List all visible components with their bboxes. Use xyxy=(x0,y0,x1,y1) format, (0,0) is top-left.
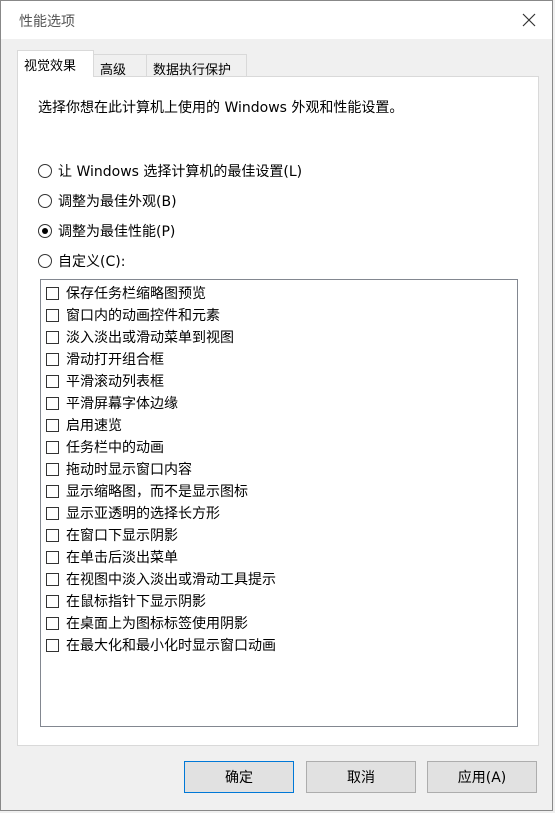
radio-custom[interactable]: 自定义(C): xyxy=(38,251,125,271)
checkbox[interactable] xyxy=(46,308,59,322)
list-item[interactable]: 启用速览 xyxy=(46,415,122,435)
list-item[interactable]: 任务栏中的动画 xyxy=(46,437,164,457)
checkbox[interactable] xyxy=(46,594,59,608)
checkbox[interactable] xyxy=(46,638,59,652)
checkbox[interactable] xyxy=(46,418,59,432)
checkbox-label: 保存任务栏缩略图预览 xyxy=(66,286,206,302)
checkbox-label: 在最大化和最小化时显示窗口动画 xyxy=(66,638,276,654)
checkbox[interactable] xyxy=(46,330,59,344)
tab-visual-effects[interactable]: 视觉效果 xyxy=(17,50,94,77)
checkbox[interactable] xyxy=(46,286,59,300)
checkbox-label: 在单击后淡出菜单 xyxy=(66,550,178,566)
checkbox[interactable] xyxy=(46,506,59,520)
list-item[interactable]: 平滑屏幕字体边缘 xyxy=(46,393,178,413)
cancel-button[interactable]: 取消 xyxy=(306,761,416,793)
checkbox[interactable] xyxy=(46,374,59,388)
performance-options-dialog: 性能选项 视觉效果 高级 数据执行保护 选择你想在此计算机上使用的 Window… xyxy=(0,0,553,811)
checkbox[interactable] xyxy=(46,440,59,454)
radio-label: 调整为最佳外观(B) xyxy=(58,194,177,210)
checkbox-label: 在窗口下显示阴影 xyxy=(66,528,178,544)
window-title: 性能选项 xyxy=(19,14,75,30)
title-bar[interactable]: 性能选项 xyxy=(1,1,552,39)
checkbox-label: 启用速览 xyxy=(66,418,122,434)
effects-list[interactable]: 保存任务栏缩略图预览 窗口内的动画控件和元素 淡入淡出或滑动菜单到视图 滑动打开… xyxy=(40,279,518,727)
checkbox-label: 任务栏中的动画 xyxy=(66,440,164,456)
checkbox-label: 在视图中淡入淡出或滑动工具提示 xyxy=(66,572,276,588)
tab-dep[interactable]: 数据执行保护 xyxy=(146,54,247,78)
list-item[interactable]: 显示亚透明的选择长方形 xyxy=(46,503,220,523)
checkbox-label: 在桌面上为图标标签使用阴影 xyxy=(66,616,248,632)
radio-let-windows-choose[interactable]: 让 Windows 选择计算机的最佳设置(L) xyxy=(38,161,302,181)
close-button[interactable] xyxy=(506,1,552,39)
list-item[interactable]: 窗口内的动画控件和元素 xyxy=(46,305,220,325)
button-label: 应用(A) xyxy=(457,770,507,786)
list-item[interactable]: 淡入淡出或滑动菜单到视图 xyxy=(46,327,234,347)
list-item[interactable]: 在视图中淡入淡出或滑动工具提示 xyxy=(46,569,276,589)
list-item[interactable]: 保存任务栏缩略图预览 xyxy=(46,283,206,303)
checkbox[interactable] xyxy=(46,352,59,366)
checkbox-label: 淡入淡出或滑动菜单到视图 xyxy=(66,330,234,346)
checkbox[interactable] xyxy=(46,616,59,630)
list-item[interactable]: 平滑滚动列表框 xyxy=(46,371,164,391)
tab-label: 视觉效果 xyxy=(24,59,77,74)
list-item[interactable]: 拖动时显示窗口内容 xyxy=(46,459,192,479)
checkbox-label: 平滑滚动列表框 xyxy=(66,374,164,390)
checkbox[interactable] xyxy=(46,528,59,542)
list-item[interactable]: 显示缩略图，而不是显示图标 xyxy=(46,481,248,501)
checkbox[interactable] xyxy=(46,396,59,410)
radio-label: 调整为最佳性能(P) xyxy=(58,224,176,240)
checkbox-label: 显示亚透明的选择长方形 xyxy=(66,506,220,522)
list-item[interactable]: 滑动打开组合框 xyxy=(46,349,164,369)
checkbox[interactable] xyxy=(46,484,59,498)
radio-button-selected[interactable] xyxy=(38,224,52,238)
checkbox-label: 显示缩略图，而不是显示图标 xyxy=(66,484,248,500)
button-label: 确定 xyxy=(225,770,253,786)
radio-best-appearance[interactable]: 调整为最佳外观(B) xyxy=(38,191,177,211)
checkbox[interactable] xyxy=(46,572,59,586)
list-item[interactable]: 在桌面上为图标标签使用阴影 xyxy=(46,613,248,633)
checkbox-label: 滑动打开组合框 xyxy=(66,352,164,368)
checkbox-label: 在鼠标指针下显示阴影 xyxy=(66,594,206,610)
checkbox-label: 平滑屏幕字体边缘 xyxy=(66,396,178,412)
checkbox-label: 拖动时显示窗口内容 xyxy=(66,462,192,478)
radio-best-performance[interactable]: 调整为最佳性能(P) xyxy=(38,221,175,241)
close-icon xyxy=(522,13,536,27)
visual-effects-panel: 选择你想在此计算机上使用的 Windows 外观和性能设置。 让 Windows… xyxy=(17,76,539,746)
description-text: 选择你想在此计算机上使用的 Windows 外观和性能设置。 xyxy=(38,100,404,116)
checkbox-label: 窗口内的动画控件和元素 xyxy=(66,308,220,324)
checkbox[interactable] xyxy=(46,462,59,476)
list-item[interactable]: 在鼠标指针下显示阴影 xyxy=(46,591,206,611)
tab-advanced[interactable]: 高级 xyxy=(93,54,147,78)
radio-button[interactable] xyxy=(38,254,52,268)
radio-label: 自定义(C): xyxy=(58,254,126,270)
list-item[interactable]: 在最大化和最小化时显示窗口动画 xyxy=(46,635,276,655)
list-item[interactable]: 在窗口下显示阴影 xyxy=(46,525,178,545)
ok-button[interactable]: 确定 xyxy=(184,761,294,793)
list-item[interactable]: 在单击后淡出菜单 xyxy=(46,547,178,567)
button-label: 取消 xyxy=(347,770,375,786)
radio-label: 让 Windows 选择计算机的最佳设置(L) xyxy=(58,164,303,180)
apply-button[interactable]: 应用(A) xyxy=(427,761,537,793)
checkbox[interactable] xyxy=(46,550,59,564)
radio-button[interactable] xyxy=(38,194,52,208)
radio-button[interactable] xyxy=(38,164,52,178)
